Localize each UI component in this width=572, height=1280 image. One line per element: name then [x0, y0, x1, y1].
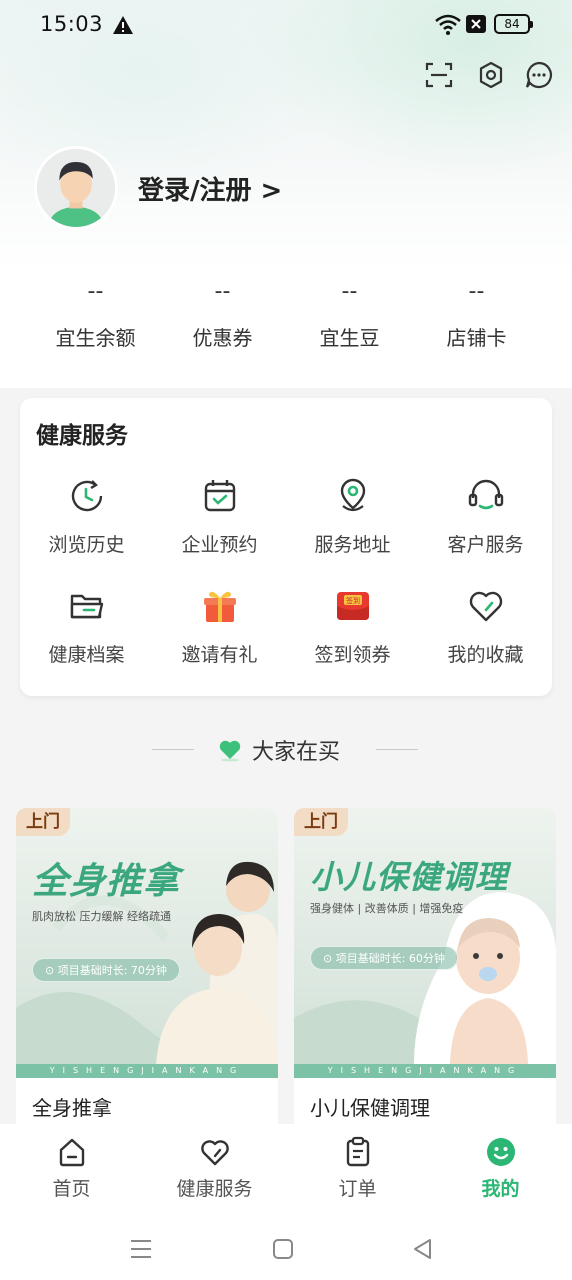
stat-label: 优惠券	[192, 326, 253, 350]
warning-icon	[113, 16, 133, 34]
tab-home[interactable]: 首页	[0, 1124, 143, 1220]
service-enterprise-booking[interactable]: 企业预约	[153, 476, 286, 586]
stat-balance[interactable]: -- 宜生余额	[32, 280, 159, 360]
checkin-envelope-icon: 签到	[336, 592, 369, 620]
home-square-icon[interactable]	[270, 1236, 296, 1262]
service-my-favorites[interactable]: 我的收藏	[419, 586, 552, 696]
service-browse-history[interactable]: 浏览历史	[20, 476, 153, 586]
tab-label: 订单	[338, 1178, 377, 1200]
tab-label: 我的	[481, 1178, 520, 1200]
product-brand-band: YISHENGJIANKANG	[16, 1064, 278, 1078]
stat-store-card[interactable]: -- 店铺卡	[413, 280, 540, 360]
message-icon[interactable]	[524, 60, 554, 90]
card-title: 健康服务	[36, 423, 128, 449]
screen: 15:03 84 登录/注册 > -- 宜生余额 -- 优惠券 -- 宜生豆 -…	[0, 0, 572, 1280]
divider-line	[376, 749, 418, 750]
tab-health-services[interactable]: 健康服务	[143, 1124, 286, 1220]
product-brand-band: YISHENGJIANKANG	[294, 1064, 556, 1078]
product-badge: 上门	[294, 808, 348, 836]
tab-label: 健康服务	[176, 1178, 253, 1200]
clipboard-icon	[346, 1136, 369, 1167]
tab-orders[interactable]: 订单	[286, 1124, 429, 1220]
back-icon[interactable]	[410, 1236, 436, 1262]
product-badge: 上门	[16, 808, 70, 836]
stat-beans[interactable]: -- 宜生豆	[286, 280, 413, 360]
stat-value: --	[87, 279, 104, 304]
data-off-icon	[466, 15, 486, 33]
checkin-badge-text: 签到	[346, 596, 360, 605]
stat-value: --	[468, 279, 485, 304]
location-pin-icon	[340, 478, 365, 512]
service-label: 服务地址	[314, 534, 391, 556]
product-banner-tags: 强身健体 | 改善体质 | 增强免疫	[310, 902, 464, 915]
stat-label: 店铺卡	[446, 326, 507, 350]
tab-mine[interactable]: 我的	[429, 1124, 572, 1220]
service-address[interactable]: 服务地址	[286, 476, 419, 586]
calendar-check-icon	[204, 480, 235, 512]
product-card[interactable]: 小儿保健调理 强身健体 | 改善体质 | 增强免疫 ⊙ 项目基础时长: 60分钟…	[294, 808, 556, 1148]
service-label: 客户服务	[447, 534, 524, 556]
stat-label: 宜生豆	[319, 326, 380, 350]
service-label: 企业预约	[181, 534, 258, 556]
service-label: 健康档案	[48, 644, 125, 666]
headset-icon	[468, 479, 503, 510]
bottom-tab-bar: 首页 健康服务 订单 我的	[0, 1124, 572, 1220]
service-label: 我的收藏	[447, 644, 524, 666]
account-stats: -- 宜生余额 -- 优惠券 -- 宜生豆 -- 店铺卡	[32, 280, 540, 360]
health-services-card: 健康服务 浏览历史 企业预约 服务地址 客户服务 健康档案 邀请有礼 签到 签到…	[20, 398, 552, 696]
login-register-link[interactable]: 登录/注册 >	[138, 170, 282, 207]
product-banner-tags: 肌肉放松 压力缓解 经络疏通	[32, 910, 171, 923]
stat-value: --	[341, 279, 358, 304]
section-divider: 大家在买	[0, 732, 572, 768]
settings-icon[interactable]	[476, 60, 506, 90]
product-duration-pill: ⊙ 项目基础时长: 70分钟	[32, 958, 180, 982]
service-label: 浏览历史	[48, 534, 125, 556]
product-image: 全身推拿 肌肉放松 压力缓解 经络疏通 ⊙ 项目基础时长: 70分钟 YISHE…	[16, 808, 278, 1078]
green-heart-icon	[219, 740, 241, 762]
menu-icon[interactable]	[128, 1236, 154, 1262]
product-name: 小儿保健调理	[310, 1096, 430, 1120]
smile-icon	[486, 1138, 515, 1166]
folder-icon	[70, 594, 103, 619]
product-name: 全身推拿	[32, 1096, 112, 1120]
service-health-records[interactable]: 健康档案	[20, 586, 153, 696]
gift-icon	[203, 591, 236, 622]
section-title: 大家在买	[252, 740, 341, 765]
heart-icon	[200, 1140, 229, 1166]
scan-icon[interactable]	[424, 60, 454, 90]
stat-label: 宜生余额	[55, 326, 136, 350]
avatar[interactable]	[34, 146, 118, 230]
heart-icon	[469, 591, 502, 622]
tab-label: 首页	[52, 1178, 91, 1200]
wifi-icon	[435, 14, 461, 35]
divider-line	[152, 749, 194, 750]
product-banner-title: 小儿保健调理	[310, 858, 509, 896]
service-invite-gift[interactable]: 邀请有礼	[153, 586, 286, 696]
system-nav-bar	[0, 1220, 572, 1280]
stat-value: --	[214, 279, 231, 304]
home-icon	[59, 1138, 84, 1167]
product-image: 小儿保健调理 强身健体 | 改善体质 | 增强免疫 ⊙ 项目基础时长: 60分钟…	[294, 808, 556, 1078]
product-banner-title: 全身推拿	[32, 861, 181, 902]
status-time: 15:03	[40, 12, 104, 36]
service-label: 邀请有礼	[181, 644, 258, 666]
product-card[interactable]: 全身推拿 肌肉放松 压力缓解 经络疏通 ⊙ 项目基础时长: 70分钟 YISHE…	[16, 808, 278, 1148]
product-duration-pill: ⊙ 项目基础时长: 60分钟	[310, 946, 458, 970]
battery-indicator: 84	[494, 14, 533, 34]
service-checkin-coupon[interactable]: 签到 签到领券	[286, 586, 419, 696]
service-label: 签到领券	[314, 644, 391, 666]
service-customer-support[interactable]: 客户服务	[419, 476, 552, 586]
status-bar: 15:03 84	[0, 0, 572, 52]
stat-coupons[interactable]: -- 优惠券	[159, 280, 286, 360]
history-clock-icon	[71, 480, 102, 512]
services-grid: 浏览历史 企业预约 服务地址 客户服务 健康档案 邀请有礼 签到 签到领券 我的…	[20, 476, 552, 696]
